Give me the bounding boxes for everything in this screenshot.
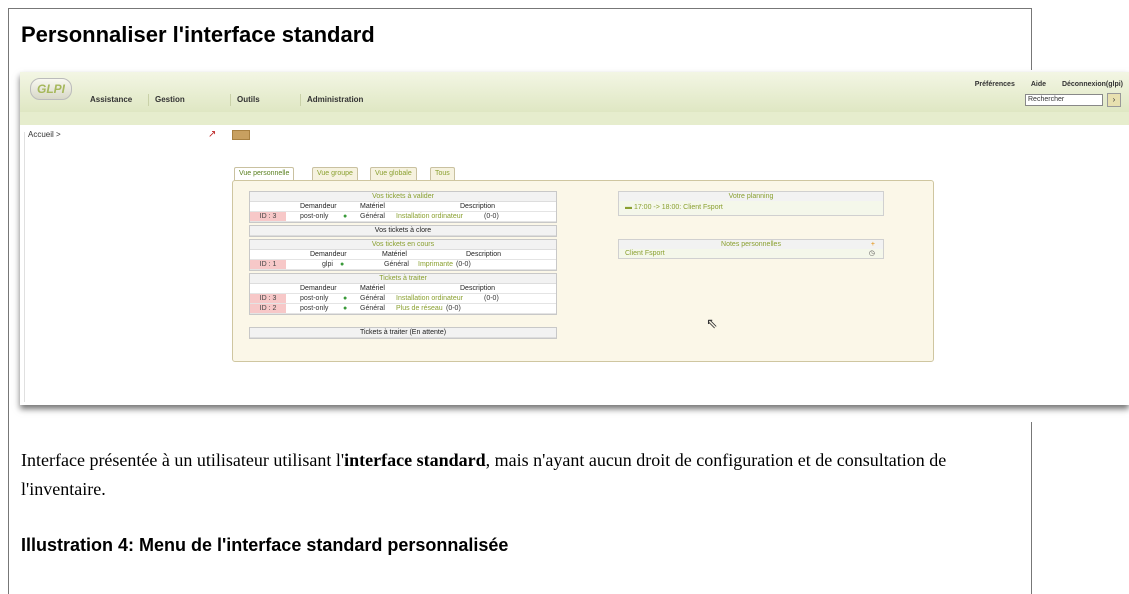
item: Général bbox=[360, 295, 385, 302]
ticket-id: ID : 3 bbox=[250, 212, 286, 221]
page-border-right bbox=[1031, 8, 1032, 70]
column-header: Matériel bbox=[382, 251, 407, 258]
notes-title: Notes personnelles + bbox=[619, 240, 883, 249]
expand-icon[interactable]: ↗ bbox=[208, 130, 216, 140]
logout-link[interactable]: Déconnexion(glpi) bbox=[1062, 81, 1123, 88]
table-row[interactable]: ID : 2 post-only ● Général Plus de résea… bbox=[250, 304, 556, 314]
planning-title[interactable]: Votre planning bbox=[619, 192, 883, 201]
ticket-link[interactable]: Installation ordinateur bbox=[396, 212, 463, 221]
tickets-to-validate-table: Vos tickets à valider Demandeur Matériel… bbox=[249, 191, 557, 223]
tickets-to-close-table: Vos tickets à clore bbox=[249, 225, 557, 237]
help-link[interactable]: Aide bbox=[1031, 81, 1046, 88]
ticket-count: (0-0) bbox=[484, 213, 499, 220]
ticket-id: ID : 1 bbox=[250, 260, 286, 269]
page-border-left bbox=[8, 8, 9, 594]
clock-icon: ◷ bbox=[868, 250, 875, 257]
ticket-count: (0-0) bbox=[446, 305, 461, 312]
note-entry-text: Client Fsport bbox=[625, 250, 665, 257]
table-title[interactable]: Vos tickets à clore bbox=[250, 226, 556, 236]
caption-text-part: Interface présentée à un utilisateur uti… bbox=[21, 450, 345, 470]
tab-all[interactable]: Tous bbox=[430, 167, 455, 180]
ticket-link[interactable]: Plus de réseau bbox=[396, 304, 443, 313]
top-links: Préférences Aide Déconnexion(glpi) bbox=[961, 81, 1123, 88]
menu-assistance[interactable]: Assistance bbox=[84, 94, 138, 106]
item: Général bbox=[360, 305, 385, 312]
mouse-cursor-icon: ⇖ bbox=[706, 315, 718, 331]
add-note-icon[interactable]: + bbox=[871, 240, 875, 249]
search-input[interactable]: Rechercher bbox=[1025, 94, 1103, 106]
tab-personal-view[interactable]: Vue personnelle bbox=[234, 167, 295, 181]
column-header: Demandeur bbox=[310, 251, 347, 258]
page-border-right-lower bbox=[1031, 422, 1032, 594]
item: Général bbox=[384, 261, 409, 268]
caption-paragraph: Interface présentée à un utilisateur uti… bbox=[21, 446, 1021, 504]
calendar-icon: ▬ bbox=[625, 204, 634, 211]
dashboard-panel: Vos tickets à valider Demandeur Matériel… bbox=[232, 180, 934, 362]
tickets-to-process-table: Tickets à traiter Demandeur Matériel Des… bbox=[249, 273, 557, 315]
ticket-link[interactable]: Installation ordinateur bbox=[396, 294, 463, 303]
embedded-screenshot: GLPI Assistance Gestion Outils Administr… bbox=[20, 72, 1129, 405]
planning-box: Votre planning ▬ 17:00 -> 18:00: Client … bbox=[618, 191, 884, 216]
menu-gestion[interactable]: Gestion bbox=[148, 94, 191, 106]
caption-bold: interface standard bbox=[344, 450, 486, 470]
table-header: Demandeur Matériel Description bbox=[250, 284, 556, 294]
requester: glpi bbox=[322, 261, 333, 268]
planning-entry[interactable]: ▬ 17:00 -> 18:00: Client Fsport bbox=[619, 201, 883, 215]
table-row[interactable]: ID : 3 post-only ● Général Installation … bbox=[250, 294, 556, 304]
search-button[interactable]: › bbox=[1107, 93, 1121, 107]
sub-menu-bar bbox=[20, 112, 1129, 125]
divider bbox=[24, 132, 25, 402]
requester: post-only bbox=[300, 305, 329, 312]
column-header: Matériel bbox=[360, 203, 385, 210]
document-heading: Personnaliser l'interface standard bbox=[21, 22, 375, 47]
status-ok-icon: ● bbox=[343, 213, 348, 220]
column-header: Description bbox=[460, 203, 496, 210]
status-ok-icon: ● bbox=[343, 295, 348, 302]
status-ok-icon: ● bbox=[340, 261, 345, 268]
tab-global-view[interactable]: Vue globale bbox=[370, 167, 417, 180]
status-ok-icon: ● bbox=[343, 305, 348, 312]
note-entry[interactable]: Client Fsport ◷ bbox=[619, 249, 883, 258]
tab-group-view[interactable]: Vue groupe bbox=[312, 167, 358, 180]
ticket-id: ID : 3 bbox=[250, 294, 286, 303]
notes-box: Notes personnelles + Client Fsport ◷ bbox=[618, 239, 884, 259]
app-header: GLPI Assistance Gestion Outils Administr… bbox=[20, 72, 1129, 112]
table-title[interactable]: Vos tickets à valider bbox=[250, 192, 556, 202]
ticket-count: (0-0) bbox=[456, 261, 471, 268]
illustration-caption: Illustration 4: Menu de l'interface stan… bbox=[21, 535, 509, 555]
breadcrumb[interactable]: Accueil > bbox=[28, 130, 61, 139]
column-header: Demandeur bbox=[300, 285, 337, 292]
table-header: Demandeur Matériel Description bbox=[250, 202, 556, 212]
column-header: Description bbox=[466, 251, 502, 258]
ticket-link[interactable]: Imprimante bbox=[418, 260, 453, 269]
ticket-count: (0-0) bbox=[484, 295, 499, 302]
planning-entry-text: 17:00 -> 18:00: Client Fsport bbox=[633, 204, 723, 211]
column-header: Matériel bbox=[360, 285, 385, 292]
page-border-top bbox=[8, 8, 1032, 9]
table-title[interactable]: Tickets à traiter bbox=[250, 274, 556, 284]
column-header: Demandeur bbox=[300, 203, 337, 210]
requester: post-only bbox=[300, 295, 329, 302]
requester: post-only bbox=[300, 213, 329, 220]
table-header: Demandeur Matériel Description bbox=[250, 250, 556, 260]
bookmark-menu-icon[interactable] bbox=[232, 130, 250, 140]
menu-outils[interactable]: Outils bbox=[230, 94, 266, 106]
ticket-id: ID : 2 bbox=[250, 304, 286, 313]
column-header: Description bbox=[460, 285, 496, 292]
tickets-waiting-table: Tickets à traiter (En attente) bbox=[249, 327, 557, 339]
table-row[interactable]: ID : 3 post-only ● Général Installation … bbox=[250, 212, 556, 222]
table-title[interactable]: Tickets à traiter (En attente) bbox=[250, 328, 556, 338]
notes-title-text: Notes personnelles bbox=[721, 241, 781, 248]
tickets-in-progress-table: Vos tickets en cours Demandeur Matériel … bbox=[249, 239, 557, 271]
preferences-link[interactable]: Préférences bbox=[975, 81, 1015, 88]
glpi-logo[interactable]: GLPI bbox=[30, 78, 72, 100]
table-row[interactable]: ID : 1 glpi ● Général Imprimante (0-0) bbox=[250, 260, 556, 270]
item: Général bbox=[360, 213, 385, 220]
menu-administration[interactable]: Administration bbox=[300, 94, 369, 106]
table-title[interactable]: Vos tickets en cours bbox=[250, 240, 556, 250]
